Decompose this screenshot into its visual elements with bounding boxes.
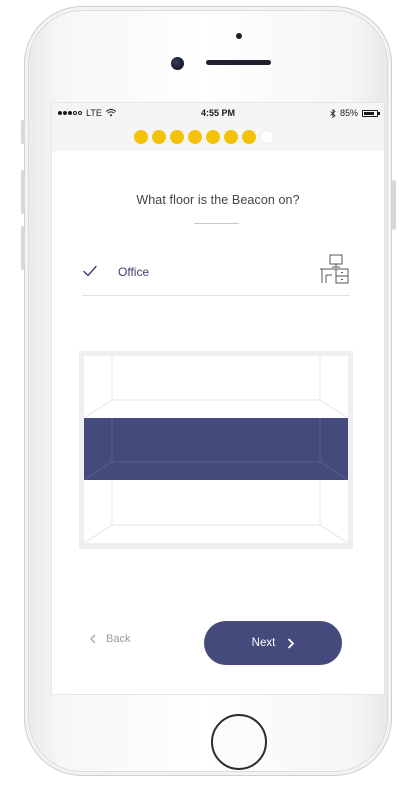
- mute-switch[interactable]: [21, 120, 25, 144]
- bluetooth-icon: [330, 108, 336, 118]
- next-button[interactable]: Next: [204, 621, 342, 665]
- selected-room-label: Office: [118, 265, 150, 279]
- progress-step-complete: [152, 130, 166, 144]
- progress-step-complete: [206, 130, 220, 144]
- title-divider: [194, 223, 239, 224]
- step-progress-indicator: [134, 130, 274, 144]
- question-title: What floor is the Beacon on?: [136, 193, 300, 207]
- office-desk-icon: [320, 254, 349, 284]
- back-button[interactable]: Back: [90, 633, 130, 645]
- app-screen: LTE 4:55 PM 85% What floor is the Beacon…: [51, 102, 385, 695]
- home-button[interactable]: [211, 714, 267, 770]
- chevron-right-icon: [288, 637, 295, 649]
- power-button[interactable]: [392, 180, 396, 230]
- battery-percent: 85%: [339, 108, 358, 118]
- front-sensor: [236, 33, 242, 39]
- progress-step-complete: [224, 130, 238, 144]
- battery-icon: [362, 109, 380, 117]
- progress-step-complete: [242, 130, 256, 144]
- status-bar: LTE 4:55 PM 85%: [52, 103, 384, 123]
- floor-2-selected[interactable]: [84, 418, 348, 480]
- building-floor-selector: [79, 351, 353, 549]
- next-label: Next: [251, 637, 276, 649]
- floor-1[interactable]: [84, 480, 348, 543]
- floor-3[interactable]: [84, 356, 348, 418]
- progress-step-complete: [188, 130, 202, 144]
- progress-step-complete: [170, 130, 184, 144]
- earpiece-speaker: [206, 60, 271, 65]
- volume-down-button[interactable]: [21, 226, 25, 270]
- progress-step-complete: [134, 130, 148, 144]
- progress-header: [52, 123, 384, 151]
- volume-up-button[interactable]: [21, 170, 25, 214]
- status-right: 85%: [330, 108, 380, 118]
- checkmark-icon: [83, 265, 97, 277]
- front-camera: [171, 57, 184, 70]
- selected-room-row[interactable]: Office: [82, 253, 350, 296]
- back-label: Back: [106, 633, 131, 645]
- chevron-left-icon: [90, 634, 96, 644]
- progress-step-pending: [260, 130, 274, 144]
